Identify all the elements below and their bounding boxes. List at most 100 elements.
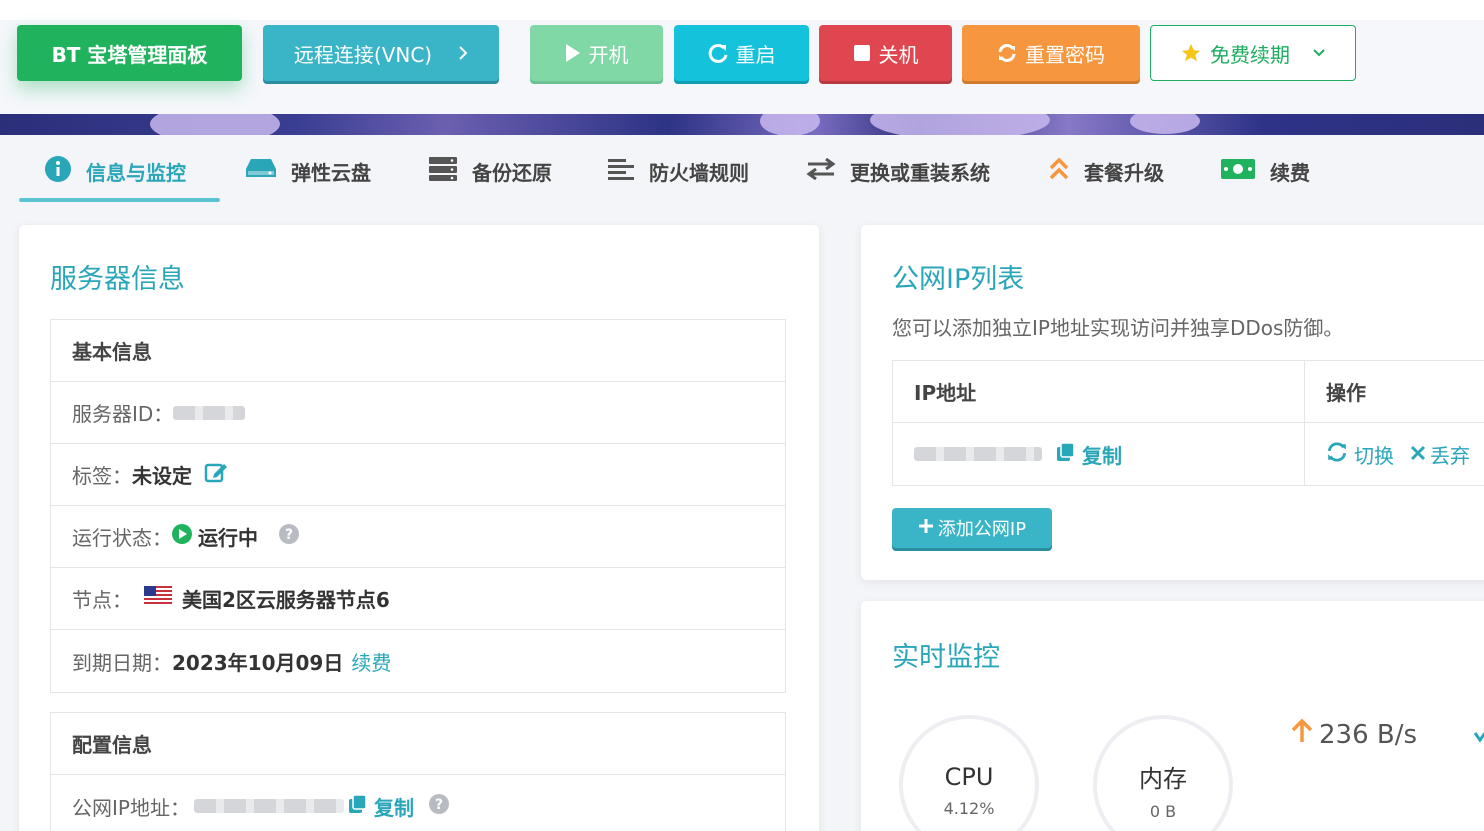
tab-elastic-disk[interactable]: 弹性云盘: [245, 140, 371, 202]
net-upload-value: 236 B/s: [1319, 719, 1418, 750]
node-row: 节点： 美国2区云服务器节点6: [51, 568, 785, 630]
active-tab-indicator: [19, 198, 220, 202]
tab-bar: 信息与监控 弹性云盘 备份还原 防火墙规则 更换或重装系统 套餐升级 续费: [0, 140, 1484, 210]
ip-table-header: IP地址 操作: [893, 361, 1484, 423]
vnc-label: 远程连接(VNC): [293, 42, 433, 67]
power-on-button[interactable]: 开机: [530, 25, 663, 81]
chevron-right-icon: [458, 45, 468, 61]
vnc-button[interactable]: 远程连接(VNC): [263, 25, 499, 81]
realtime-monitor-card: 实时监控 CPU 4.12% 内存 0 B 236 B/s: [861, 601, 1484, 831]
status-row: 运行状态： 运行中 ?: [51, 506, 785, 568]
refresh-icon: [997, 43, 1017, 63]
server-info-title: 服务器信息: [50, 264, 185, 295]
copy-icon[interactable]: [1056, 441, 1076, 467]
svg-text:?: ?: [285, 527, 293, 543]
shutdown-button[interactable]: 关机: [819, 25, 952, 81]
public-ip-title: 公网IP列表: [892, 264, 1025, 295]
tab-label: 更换或重装系统: [850, 160, 990, 185]
memory-label: 内存: [1139, 765, 1187, 793]
basic-info-header: 基本信息: [51, 320, 785, 382]
help-icon[interactable]: ?: [278, 523, 300, 550]
tab-label: 续费: [1270, 160, 1310, 185]
discard-ip-button[interactable]: 丢弃: [1430, 440, 1470, 469]
bt-panel-button[interactable]: BT 宝塔管理面板: [17, 25, 242, 81]
cpu-value: 4.12%: [943, 798, 995, 818]
plus-icon: [918, 518, 934, 539]
basic-info-table: 基本信息 服务器ID： 标签： 未设定 运行状态： 运行中 ? 节点： 美国2区…: [50, 319, 786, 693]
col-action: 操作: [1326, 381, 1366, 405]
info-circle-icon: [44, 155, 72, 188]
edit-icon[interactable]: [204, 461, 228, 488]
arrow-up-icon: [1291, 718, 1313, 750]
redo-icon: [708, 43, 728, 63]
chevron-down-icon: [1312, 48, 1326, 58]
svg-text:?: ?: [435, 797, 443, 813]
bt-panel-label: BT 宝塔管理面板: [51, 42, 208, 67]
close-icon[interactable]: [1410, 442, 1426, 466]
server-stack-icon: [428, 156, 458, 187]
config-info-table: 配置信息 公网IP地址： 复制 ?: [50, 712, 786, 831]
ip-value-redacted: [914, 447, 1042, 461]
tag-value: 未设定: [132, 464, 192, 488]
status-value: 运行中: [198, 526, 258, 550]
ip-cell: 复制: [893, 423, 1305, 485]
copy-ip-button[interactable]: 复制: [1082, 440, 1122, 469]
node-label: 节点：: [72, 588, 132, 612]
public-ip-value-redacted: [193, 799, 344, 813]
shutdown-label: 关机: [878, 42, 919, 67]
running-play-icon: [172, 524, 192, 549]
power-on-label: 开机: [588, 42, 629, 67]
refresh-icon[interactable]: [1326, 441, 1348, 468]
server-id-value-redacted: [173, 405, 246, 420]
expire-renew-link[interactable]: 续费: [351, 647, 391, 676]
cpu-gauge: CPU 4.12%: [899, 715, 1039, 831]
tab-label: 弹性云盘: [291, 160, 371, 185]
us-flag-icon: [144, 586, 172, 611]
expire-label: 到期日期：: [72, 650, 172, 675]
col-ip-address: IP地址: [893, 361, 1305, 422]
star-icon: [1180, 42, 1202, 64]
node-value: 美国2区云服务器节点6: [182, 588, 390, 612]
cpu-label: CPU: [944, 762, 994, 791]
add-public-ip-label: 添加公网IP: [937, 519, 1027, 540]
restart-button[interactable]: 重启: [674, 25, 809, 81]
tab-label: 信息与监控: [86, 160, 186, 185]
money-icon: [1220, 158, 1256, 185]
public-ip-card: 公网IP列表 您可以添加独立IP地址实现访问并独享DDos防御。 IP地址 操作…: [861, 225, 1484, 580]
tab-reinstall-system[interactable]: 更换或重装系统: [806, 140, 990, 202]
tab-firewall-rules[interactable]: 防火墙规则: [607, 140, 749, 202]
copy-ip-button[interactable]: 复制: [374, 792, 414, 821]
status-label: 运行状态：: [72, 526, 172, 550]
server-id-row: 服务器ID：: [51, 382, 785, 444]
memory-value: 0 B: [1149, 802, 1177, 821]
copy-icon[interactable]: [348, 793, 368, 819]
help-icon[interactable]: ?: [428, 793, 450, 820]
public-ip-row: 公网IP地址： 复制 ?: [51, 775, 785, 831]
disk-icon: [245, 157, 277, 186]
tab-info-monitor[interactable]: 信息与监控: [44, 140, 186, 202]
net-upload: 236 B/s: [1291, 718, 1418, 750]
free-renew-dropdown[interactable]: 免费续期: [1150, 25, 1356, 81]
reset-password-button[interactable]: 重置密码: [962, 25, 1140, 81]
align-left-icon: [607, 157, 635, 186]
switch-ip-button[interactable]: 切换: [1354, 440, 1394, 469]
restart-label: 重启: [735, 42, 776, 67]
stop-icon: [853, 44, 871, 62]
public-ip-description: 您可以添加独立IP地址实现访问并独享DDos防御。: [892, 316, 1344, 340]
monitor-title: 实时监控: [892, 642, 1000, 673]
tag-row: 标签： 未设定: [51, 444, 785, 506]
tab-plan-upgrade[interactable]: 套餐升级: [1048, 140, 1164, 202]
tab-label: 防火墙规则: [649, 160, 749, 185]
table-row: 复制 切换 丢弃: [893, 423, 1484, 485]
play-icon: [565, 43, 581, 63]
add-public-ip-button[interactable]: 添加公网IP: [892, 508, 1052, 548]
free-renew-label: 免费续期: [1210, 42, 1290, 67]
action-cell: 切换 丢弃: [1305, 423, 1484, 485]
decorative-banner: [0, 114, 1484, 135]
tab-backup-restore[interactable]: 备份还原: [428, 140, 552, 202]
server-id-label: 服务器ID：: [72, 402, 174, 426]
swap-arrows-icon: [806, 157, 836, 185]
expire-value: 2023年10月09日: [172, 650, 344, 675]
tab-renew[interactable]: 续费: [1220, 140, 1310, 202]
tag-label: 标签：: [72, 464, 132, 488]
